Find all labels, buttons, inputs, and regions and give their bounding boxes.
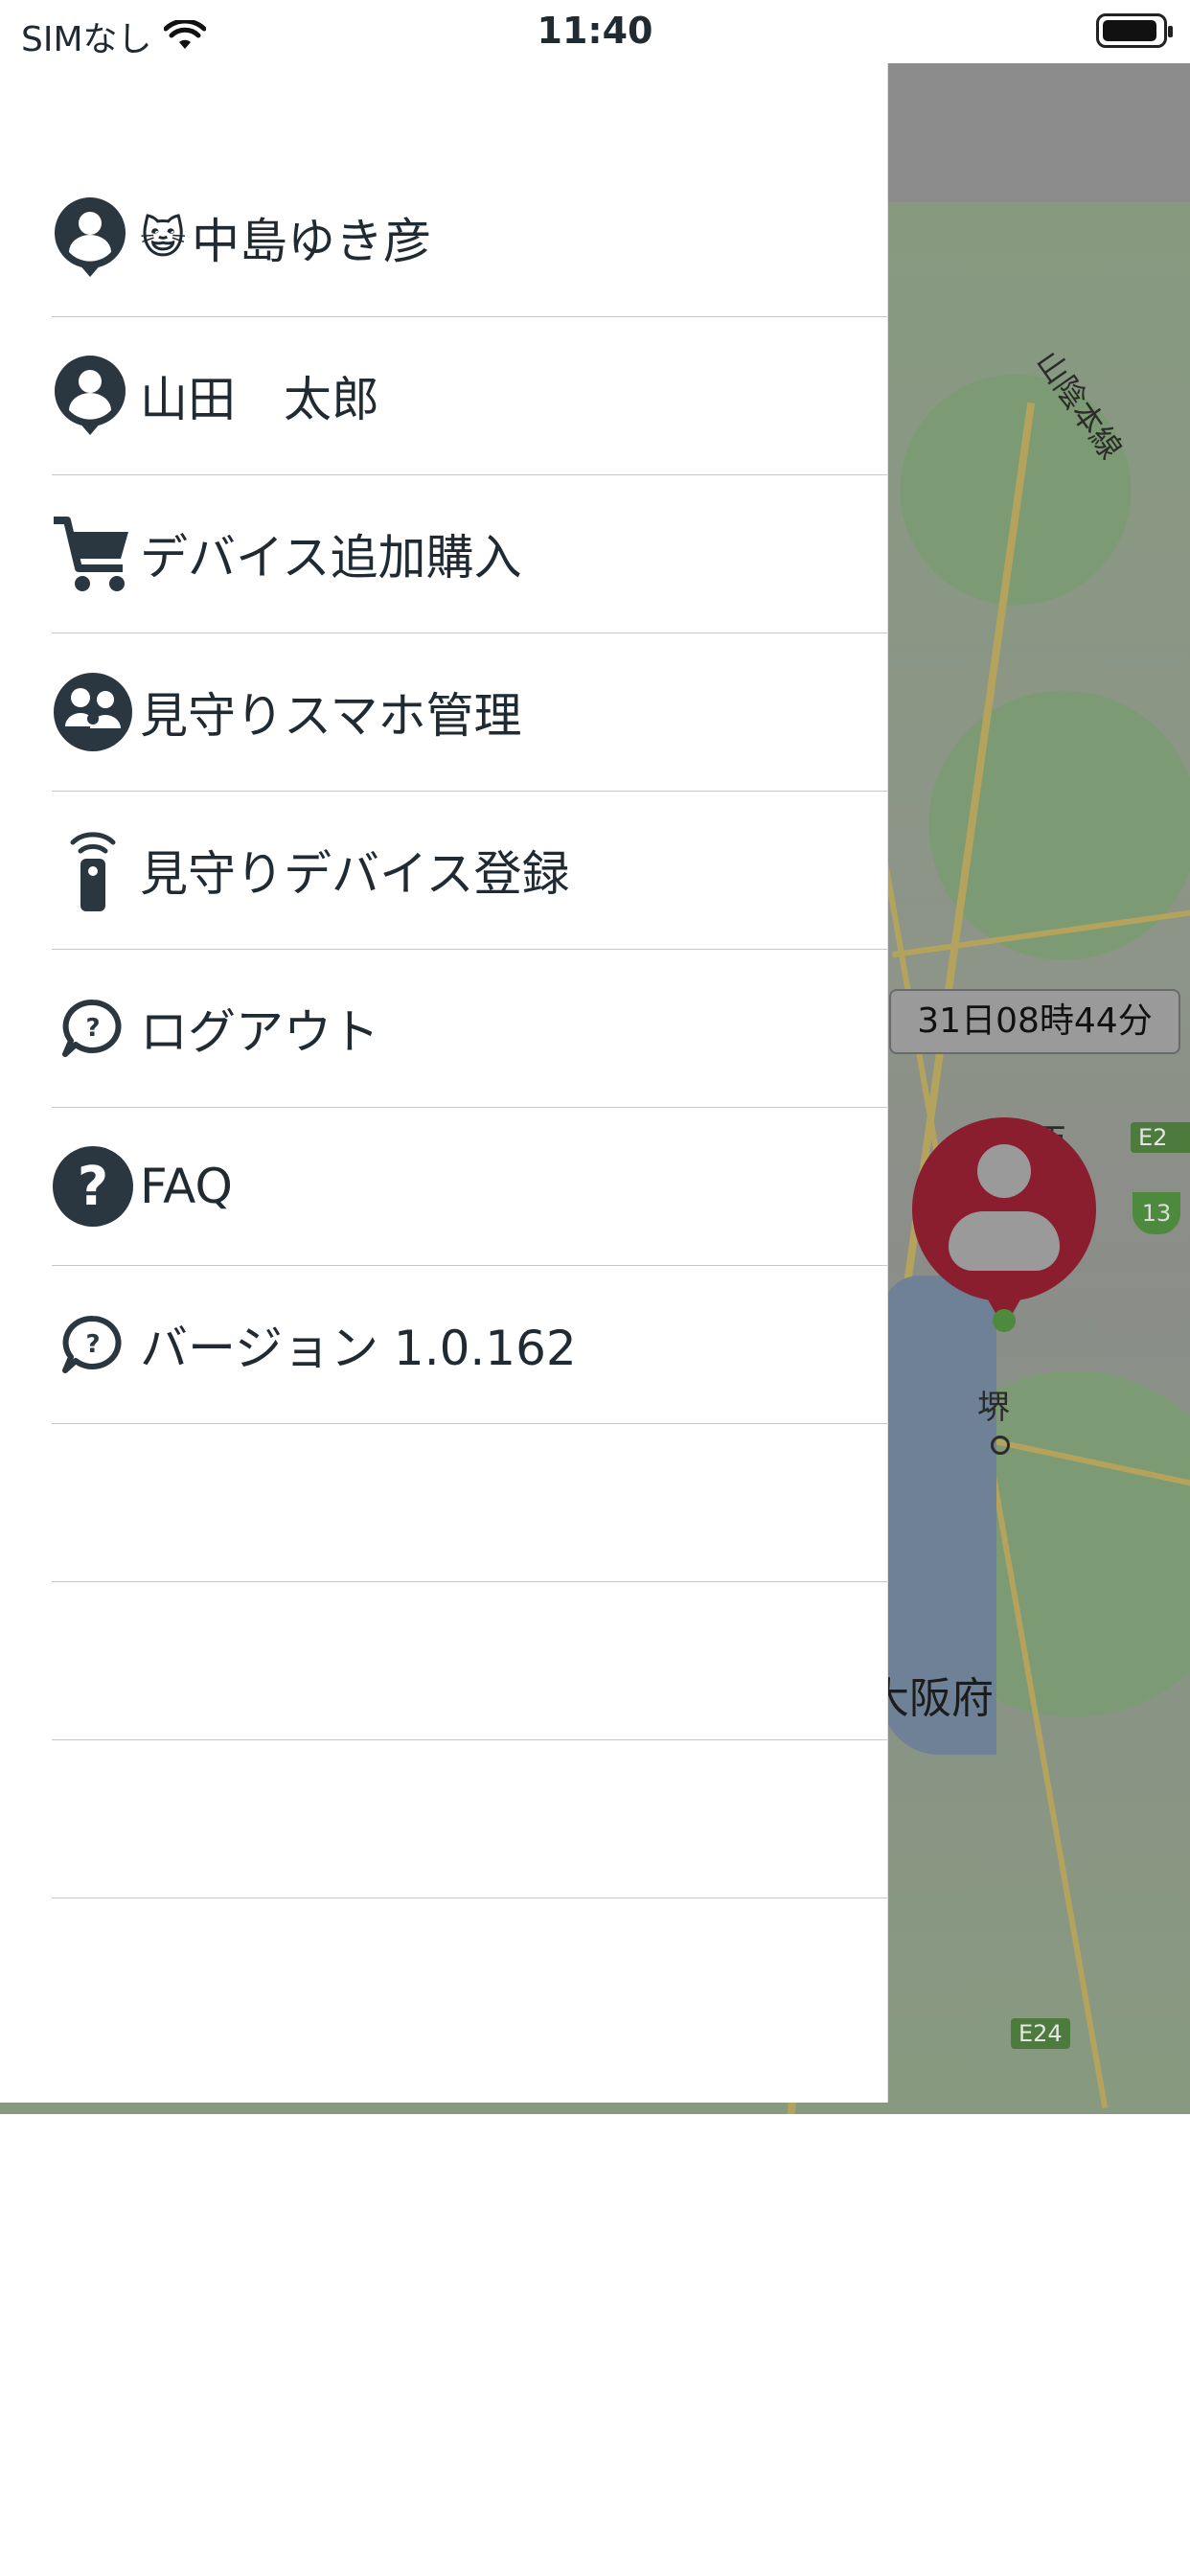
svg-text:?: ? bbox=[85, 1014, 100, 1043]
map-city-label: 堺 bbox=[977, 1389, 1010, 1427]
drawer-item-logout[interactable]: ? ログアウト bbox=[52, 950, 887, 1108]
user-pin-icon bbox=[52, 194, 140, 282]
highway-badge: E24 bbox=[1011, 2018, 1070, 2049]
drawer-item-label: FAQ bbox=[140, 1159, 233, 1214]
drawer-item-faq[interactable]: ? FAQ bbox=[52, 1108, 887, 1266]
drawer-empty-row bbox=[52, 1582, 887, 1740]
cat-emoji: 😺 bbox=[140, 212, 186, 264]
location-marker[interactable] bbox=[912, 1117, 1096, 1338]
marker-person-body bbox=[949, 1211, 1060, 1271]
side-drawer: 😺 中島ゆき彦 山田 太郎 デバイス追加購入 見守りスマホ管理 見守りデバイス登… bbox=[0, 63, 888, 2103]
question-circle-icon: ? bbox=[52, 1142, 140, 1230]
highway-badge: E2 bbox=[1131, 1122, 1190, 1153]
drawer-empty-row bbox=[52, 1424, 887, 1582]
status-bar: SIMなし 11:40 bbox=[0, 0, 1190, 63]
drawer-item-manage-phones[interactable]: 見守りスマホ管理 bbox=[52, 633, 887, 792]
family-icon bbox=[52, 668, 140, 756]
status-time: 11:40 bbox=[537, 10, 653, 52]
drawer-item-label: バージョン 1.0.162 bbox=[140, 1321, 577, 1376]
drawer-item-register-device[interactable]: 見守りデバイス登録 bbox=[52, 792, 887, 950]
map-road bbox=[892, 908, 1190, 958]
drawer-item-label: 中島ゆき彦 bbox=[191, 214, 431, 269]
marker-person-head bbox=[977, 1144, 1031, 1198]
drawer-menu-list: 😺 中島ゆき彦 山田 太郎 デバイス追加購入 見守りスマホ管理 見守りデバイス登… bbox=[52, 159, 887, 1898]
user-pin-icon bbox=[52, 352, 140, 440]
drawer-item-buy-device[interactable]: デバイス追加購入 bbox=[52, 475, 887, 633]
route-shield: 13 bbox=[1133, 1192, 1180, 1234]
map-city-dot bbox=[991, 1436, 1010, 1455]
remote-device-icon bbox=[52, 826, 140, 914]
question-bubble-icon: ? bbox=[52, 984, 140, 1072]
drawer-empty-row bbox=[52, 1740, 887, 1898]
cart-icon bbox=[52, 510, 140, 598]
location-time-callout[interactable]: 31日08時44分 bbox=[889, 989, 1180, 1054]
drawer-item-label: 山田 太郎 bbox=[140, 372, 379, 427]
drawer-item-user-secondary[interactable]: 山田 太郎 bbox=[52, 317, 887, 475]
svg-text:?: ? bbox=[85, 1330, 100, 1359]
battery-icon bbox=[1096, 13, 1173, 48]
drawer-item-label: デバイス追加購入 bbox=[140, 530, 522, 586]
marker-anchor bbox=[993, 1309, 1016, 1332]
drawer-item-user-primary[interactable]: 😺 中島ゆき彦 bbox=[52, 159, 887, 317]
drawer-item-label: 見守りデバイス登録 bbox=[140, 846, 570, 902]
drawer-item-version: ? バージョン 1.0.162 bbox=[52, 1266, 887, 1424]
svg-text:?: ? bbox=[78, 1156, 108, 1218]
drawer-item-label: ログアウト bbox=[140, 1004, 379, 1060]
drawer-item-label: 見守りスマホ管理 bbox=[140, 688, 522, 744]
question-bubble-icon: ? bbox=[52, 1300, 140, 1389]
